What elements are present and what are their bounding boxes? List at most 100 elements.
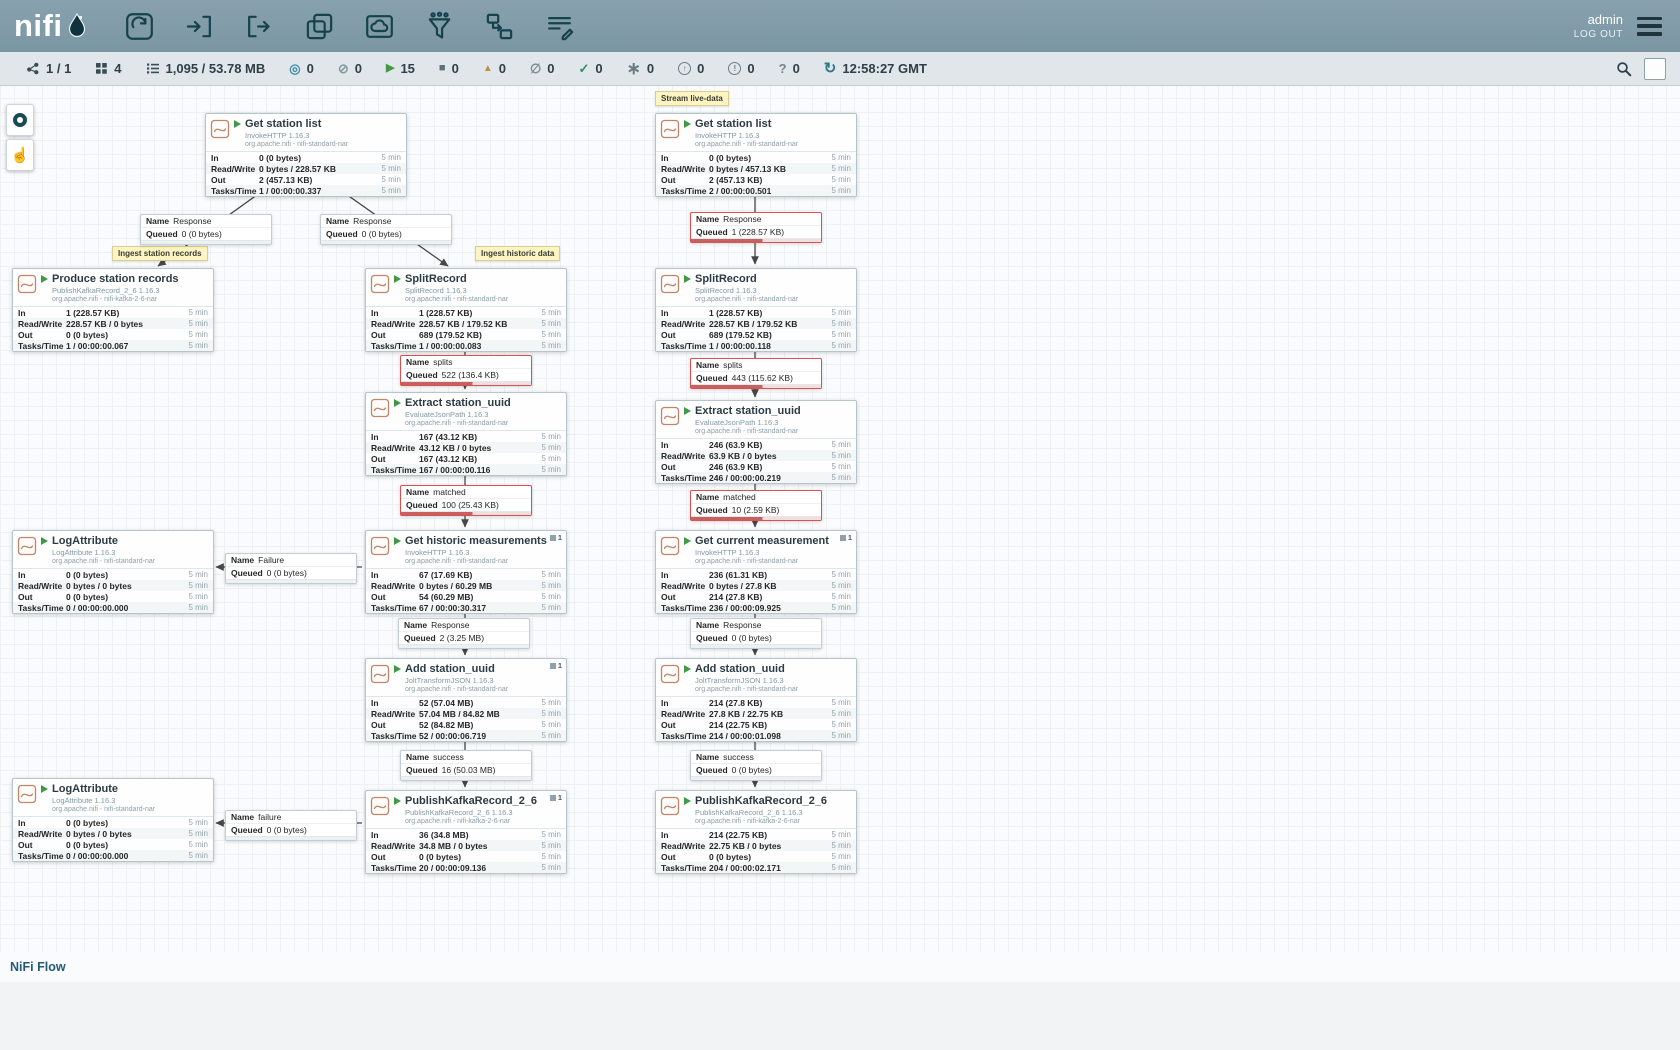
connection-response-ingest-left[interactable]: Name Response Queued 0 (0 bytes) <box>140 214 272 245</box>
processor-type: InvokeHTTP 1.16.3 <box>695 548 829 557</box>
active-threads-badge: 1 <box>840 533 852 542</box>
stat-row: Tasks/Time 1 / 00:00:00.083 5 min <box>366 340 566 351</box>
processor-publish-kafka-left[interactable]: 1 PublishKafkaRecord_2_6 PublishKafkaRec… <box>365 790 567 874</box>
stat-row: In 0 (0 bytes) 5 min <box>656 152 856 163</box>
navigate-palette-button[interactable] <box>6 104 34 136</box>
stale-status: ↑ 0 <box>678 61 704 76</box>
stat-row: Tasks/Time 67 / 00:00:30.317 5 min <box>366 602 566 613</box>
hand-pointer-icon: ☝ <box>11 146 30 164</box>
app-header: nifi admin LOG OUT <box>0 0 1680 52</box>
remote-process-group-tool-button[interactable] <box>360 6 400 46</box>
processor-icon <box>17 536 37 556</box>
canvas-label[interactable]: Ingest station records <box>112 246 208 261</box>
connection-failure-top[interactable]: Name Failure Queued 0 (0 bytes) <box>225 553 357 584</box>
stat-row: Out 54 (60.29 MB) 5 min <box>366 591 566 602</box>
stat-row: Read/Write 0 bytes / 457.13 KB 5 min <box>656 163 856 174</box>
processor-get-current-measurement[interactable]: 1 Get current measurement InvokeHTTP 1.1… <box>655 530 857 614</box>
stat-row: Tasks/Time 20 / 00:00:09.136 5 min <box>366 862 566 873</box>
connection-name-row: Name success <box>691 751 821 763</box>
processor-add-station-uuid-left[interactable]: 1 Add station_uuid JoltTransformJSON 1.1… <box>365 658 567 742</box>
canvas-label[interactable]: Stream live-data <box>655 91 729 106</box>
username: admin <box>1588 12 1623 27</box>
connection-matched-left[interactable]: Name matched Queued 100 (25.43 KB) <box>400 485 532 516</box>
invalid-icon: ▲ <box>483 64 493 74</box>
stat-value: 689 (179.52 KB) <box>419 330 541 340</box>
stat-value: 214 (27.8 KB) <box>709 698 831 708</box>
processor-split-record-right[interactable]: SplitRecord SplitRecord 1.16.3 org.apach… <box>655 268 857 352</box>
stat-value: 1 / 00:00:00.337 <box>259 186 381 196</box>
processor-get-station-list-left[interactable]: Get station list InvokeHTTP 1.16.3 org.a… <box>205 113 407 197</box>
stat-window: 5 min <box>188 308 208 317</box>
connection-queued-key: Queued <box>231 568 263 578</box>
stat-value: 236 / 00:00:09.925 <box>709 603 831 613</box>
queue-percent-bar <box>141 240 271 244</box>
input-port-tool-button[interactable] <box>180 6 220 46</box>
run-status-running-icon <box>41 537 48 545</box>
stat-row: Out 214 (27.8 KB) 5 min <box>656 591 856 602</box>
stat-value: 22.75 KB / 0 bytes <box>709 841 831 851</box>
connection-response-live[interactable]: Name Response Queued 1 (228.57 KB) <box>690 212 822 243</box>
processor-bundle: org.apache.nifi - nifi-standard-nar <box>695 686 798 693</box>
processor-get-station-list-right[interactable]: Get station list InvokeHTTP 1.16.3 org.a… <box>655 113 857 197</box>
stat-value: 52 (84.82 MB) <box>419 720 541 730</box>
side-panel-toggle[interactable] <box>1644 58 1666 80</box>
processor-log-attribute-top[interactable]: LogAttribute LogAttribute 1.16.3 org.apa… <box>12 530 214 614</box>
template-tool-button[interactable] <box>480 6 520 46</box>
refresh-status[interactable]: ↻ 12:58:27 GMT <box>824 61 927 76</box>
output-port-tool-button[interactable] <box>240 6 280 46</box>
processor-tool-button[interactable] <box>120 6 160 46</box>
logout-link[interactable]: LOG OUT <box>1574 29 1623 40</box>
breadcrumb[interactable]: NiFi Flow <box>10 960 66 974</box>
stat-value: 63.9 KB / 0 bytes <box>709 451 831 461</box>
connection-response-current[interactable]: Name Response Queued 0 (0 bytes) <box>690 618 822 649</box>
connection-matched-right[interactable]: Name matched Queued 10 (2.59 KB) <box>690 490 822 521</box>
stat-label: Out <box>661 330 709 340</box>
funnel-tool-button[interactable] <box>420 6 460 46</box>
connection-name-key: Name <box>146 216 169 226</box>
connection-queued-value: 443 (115.62 KB) <box>732 373 793 383</box>
queue-percent-bar <box>691 238 821 242</box>
global-menu-button[interactable] <box>1637 17 1662 36</box>
processor-type: EvaluateJsonPath 1.16.3 <box>695 418 801 427</box>
processor-type: InvokeHTTP 1.16.3 <box>695 131 798 140</box>
stat-row: Read/Write 34.8 MB / 0 bytes 5 min <box>366 840 566 851</box>
stale-icon: ↑ <box>678 62 691 75</box>
connection-splits-right[interactable]: Name splits Queued 443 (115.62 KB) <box>690 358 822 389</box>
processor-publish-kafka-right[interactable]: PublishKafkaRecord_2_6 PublishKafkaRecor… <box>655 790 857 874</box>
stat-window: 5 min <box>381 164 401 173</box>
stat-label: In <box>661 698 709 708</box>
connection-response-ingest-mid[interactable]: Name Response Queued 0 (0 bytes) <box>320 214 452 245</box>
process-group-tool-button[interactable] <box>300 6 340 46</box>
connection-name-key: Name <box>404 620 427 630</box>
run-status-running-icon <box>394 399 401 407</box>
processor-icon <box>660 664 680 684</box>
stat-window: 5 min <box>831 841 851 850</box>
processor-log-attribute-bottom[interactable]: LogAttribute LogAttribute 1.16.3 org.apa… <box>12 778 214 862</box>
connection-queued-value: 0 (0 bytes) <box>182 229 222 239</box>
processor-get-historic-measurements[interactable]: 1 Get historic measurements InvokeHTTP 1… <box>365 530 567 614</box>
canvas-label[interactable]: Ingest historic data <box>475 246 560 261</box>
processor-stats: In 1 (228.57 KB) 5 min Read/Write 228.57… <box>366 306 566 351</box>
connection-success-left[interactable]: Name success Queued 16 (50.03 MB) <box>400 750 532 781</box>
processor-extract-station-uuid-left[interactable]: Extract station_uuid EvaluateJsonPath 1.… <box>365 392 567 476</box>
refresh-icon[interactable]: ↻ <box>824 61 837 76</box>
processor-extract-station-uuid-right[interactable]: Extract station_uuid EvaluateJsonPath 1.… <box>655 400 857 484</box>
stat-window: 5 min <box>381 153 401 162</box>
connection-queued-key: Queued <box>231 825 263 835</box>
processor-produce-station-records[interactable]: Produce station records PublishKafkaReco… <box>12 268 214 352</box>
operate-palette-button[interactable]: ☝ <box>6 139 34 171</box>
label-tool-button[interactable] <box>540 6 580 46</box>
connection-response-historic[interactable]: Name Response Queued 2 (3.25 MB) <box>398 618 530 649</box>
connection-name-row: Name splits <box>401 356 531 368</box>
connection-success-right[interactable]: Name success Queued 0 (0 bytes) <box>690 750 822 781</box>
connection-splits-left[interactable]: Name splits Queued 522 (136.4 KB) <box>400 355 532 386</box>
flow-canvas[interactable]: ☝ Ingest station records Ingest historic … <box>0 0 1680 982</box>
stat-label: Read/Write <box>371 319 419 329</box>
connection-failure-bottom[interactable]: Name failure Queued 0 (0 bytes) <box>225 810 357 841</box>
processor-add-station-uuid-right[interactable]: Add station_uuid JoltTransformJSON 1.16.… <box>655 658 857 742</box>
processor-split-record-left[interactable]: SplitRecord SplitRecord 1.16.3 org.apach… <box>365 268 567 352</box>
stat-window: 5 min <box>541 443 561 452</box>
stat-window: 5 min <box>541 852 561 861</box>
stat-window: 5 min <box>541 830 561 839</box>
search-button[interactable] <box>1614 59 1634 79</box>
